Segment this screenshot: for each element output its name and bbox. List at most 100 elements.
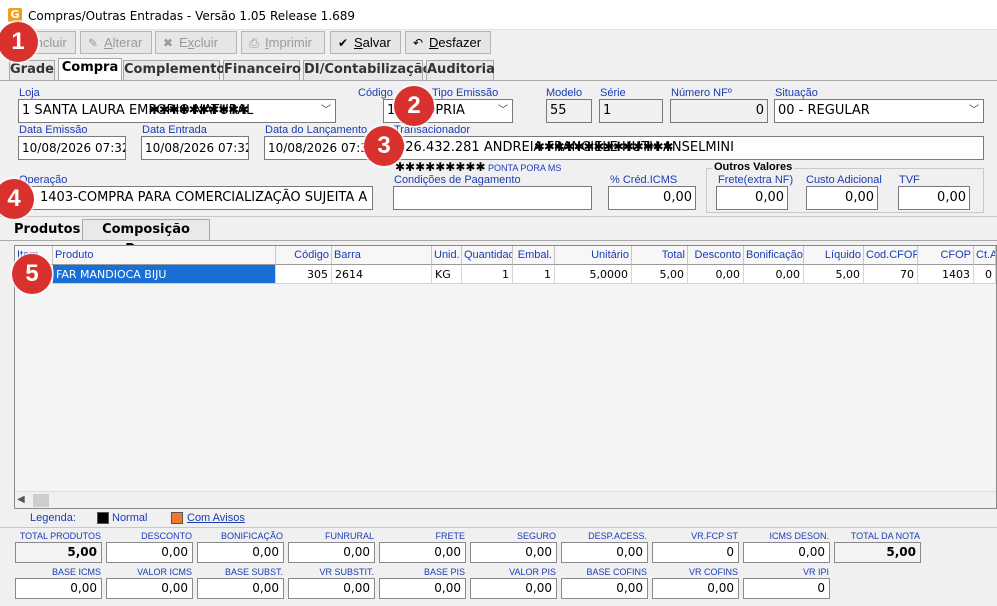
desfazer-button-label-post: esfazer — [438, 35, 482, 50]
total-field[interactable]: 0,00 — [470, 542, 557, 563]
cred-icms-field[interactable]: 0,00 — [608, 186, 696, 210]
total-label: VALOR PIS — [509, 567, 556, 577]
tvf-field[interactable]: 0,00 — [898, 186, 970, 210]
products-grid[interactable]: ItemProdutoCódigoBarraUnid.QuantidadeEmb… — [14, 245, 997, 509]
excluir-button-label-post: cluir — [194, 35, 219, 50]
alterar-button[interactable]: ✎ Alterar — [80, 31, 152, 54]
custo-adicional-label: Custo Adicional — [806, 174, 882, 186]
total-field[interactable]: 0 — [652, 542, 739, 563]
total-label: FRETE — [435, 531, 465, 541]
data-entrada-field[interactable]: 10/08/2026 07:32 — [141, 136, 249, 160]
scroll-thumb[interactable] — [33, 494, 49, 507]
legend-normal: Normal — [112, 512, 148, 524]
tab-auditoria[interactable]: Auditoria — [426, 60, 495, 80]
table-cell[interactable]: 70 — [864, 265, 918, 284]
total-field[interactable]: 0,00 — [561, 542, 648, 563]
data-emissao-field[interactable]: 10/08/2026 07:32 — [18, 136, 126, 160]
excluir-button[interactable]: ✖ Excluir — [155, 31, 237, 54]
codigo-label: Código — [358, 87, 393, 99]
total-field[interactable]: 0,00 — [197, 578, 284, 599]
total-field[interactable]: 0,00 — [379, 578, 466, 599]
imprimir-button-label-post: mprimir — [268, 35, 312, 50]
salvar-button[interactable]: ✔ Salvar — [330, 31, 401, 54]
data-lancamento-field[interactable]: 10/08/2026 07:32 — [264, 136, 372, 160]
total-field[interactable]: 0 — [743, 578, 830, 599]
legend-avisos-swatch — [171, 512, 183, 524]
loja-select[interactable]: 1 SANTA LAURA EMPORIO NATURAL ✱✱✱✱✱✱✱✱✱✱… — [18, 99, 336, 123]
tab-dicontabilizao[interactable]: DI/Contabilização — [303, 60, 432, 80]
tab-grade[interactable]: Grade — [9, 60, 55, 80]
table-cell[interactable]: 5,0000 — [555, 265, 632, 284]
tab-financeiro[interactable]: Financeiro — [223, 60, 301, 80]
operacao-field[interactable]: 1403-COMPRA PARA COMERCIALIZAÇÃO SUJEITA… — [18, 186, 373, 210]
numero-nf-field[interactable]: 0 — [670, 99, 768, 123]
total-field[interactable]: 0,00 — [15, 578, 102, 599]
tipo-emissao-label: Tipo Emissão — [432, 87, 499, 99]
incluir-button-label-post: ncluir — [35, 35, 67, 50]
transacionador-sub-mask: ✱✱✱✱✱✱✱✱✱ — [395, 160, 486, 174]
serie-field[interactable]: 1 — [599, 99, 663, 123]
table-cell[interactable]: 0,00 — [744, 265, 804, 284]
total-field[interactable]: 0,00 — [470, 578, 557, 599]
total-label: TOTAL DA NOTA — [850, 531, 920, 541]
table-cell[interactable]: 0 — [974, 265, 996, 284]
tab-compra[interactable]: Compra — [58, 58, 122, 81]
horizontal-scrollbar[interactable]: ◀ — [15, 491, 996, 508]
table-cell[interactable]: 1 — [513, 265, 555, 284]
title-bar: G Compras/Outras Entradas - Versão 1.05 … — [0, 0, 997, 30]
legend-avisos[interactable]: Com Avisos — [187, 512, 245, 524]
table-cell[interactable]: 305 — [276, 265, 332, 284]
table-cell[interactable]: KG — [432, 265, 462, 284]
printer-icon: ⎙ — [249, 36, 259, 50]
total-field[interactable]: 0,00 — [561, 578, 648, 599]
edit-icon: ✎ — [87, 36, 99, 50]
situacao-select[interactable]: 00 - REGULAR ﹀ — [774, 99, 984, 123]
table-cell[interactable]: 2614 — [332, 265, 432, 284]
total-field[interactable]: 0,00 — [106, 542, 193, 563]
table-cell[interactable]: 1 — [462, 265, 513, 284]
total-field[interactable]: 5,00 — [834, 542, 921, 563]
total-field[interactable]: 0,00 — [288, 578, 375, 599]
alterar-button-label-post: lterar — [112, 35, 143, 50]
table-row[interactable]: FAR MANDIOCA BIJU 305 2614 KG 1 1 5,0000 5,00 0,… — [15, 246, 996, 284]
frete-field[interactable]: 0,00 — [716, 186, 788, 210]
scroll-left-icon[interactable]: ◀ — [17, 494, 25, 505]
data-emissao-label: Data Emissão — [19, 124, 88, 136]
total-label: VR COFINS — [688, 567, 738, 577]
chevron-down-icon: ﹀ — [498, 105, 508, 116]
total-field[interactable]: 0,00 — [743, 542, 830, 563]
transacionador-field[interactable]: 026.432.281 ANDREIA FRANCIELE HUTH ANSEL… — [393, 136, 984, 160]
desfazer-button[interactable]: ↶ Desfazer — [405, 31, 491, 54]
total-label: TOTAL PRODUTOS — [19, 531, 101, 541]
transacionador-city: PONTA PORA MS — [488, 163, 562, 173]
cond-pagamento-field[interactable] — [393, 186, 592, 210]
total-label: DESCONTO — [141, 531, 192, 541]
total-label: DESP.ACESS. — [588, 531, 647, 541]
total-field[interactable]: 0,00 — [652, 578, 739, 599]
total-label: BONIFICAÇÃO — [220, 531, 283, 541]
table-cell[interactable]: 5,00 — [632, 265, 688, 284]
subtab-composicao-preco[interactable]: Composição Preço — [82, 219, 210, 257]
total-label: VR SUBSTIT. — [319, 567, 374, 577]
total-field[interactable]: 0,00 — [197, 542, 284, 563]
loja-label: Loja — [19, 87, 40, 99]
modelo-label: Modelo — [546, 87, 583, 99]
total-field[interactable]: 0,00 — [379, 542, 466, 563]
custo-adicional-field[interactable]: 0,00 — [806, 186, 878, 210]
annotation-badge-3: 3 — [364, 126, 404, 166]
total-label: VR IPI — [802, 567, 829, 577]
table-cell[interactable]: 0,00 — [688, 265, 744, 284]
total-field[interactable]: 0,00 — [288, 542, 375, 563]
modelo-field[interactable]: 55 — [546, 99, 592, 123]
table-cell[interactable]: FAR MANDIOCA BIJU — [53, 265, 276, 284]
imprimir-button[interactable]: ⎙ Imprimir — [241, 31, 325, 54]
table-cell[interactable]: 1403 — [918, 265, 974, 284]
total-field[interactable]: 0,00 — [106, 578, 193, 599]
subtab-produtos[interactable]: Produtos — [13, 219, 80, 240]
tab-complemento[interactable]: Complemento — [123, 60, 225, 80]
total-field[interactable]: 5,00 — [15, 542, 102, 563]
serie-label: Série — [600, 87, 626, 99]
frete-label: Frete(extra NF) — [718, 174, 794, 186]
table-cell[interactable]: 5,00 — [804, 265, 864, 284]
total-label: BASE SUBST. — [224, 567, 283, 577]
